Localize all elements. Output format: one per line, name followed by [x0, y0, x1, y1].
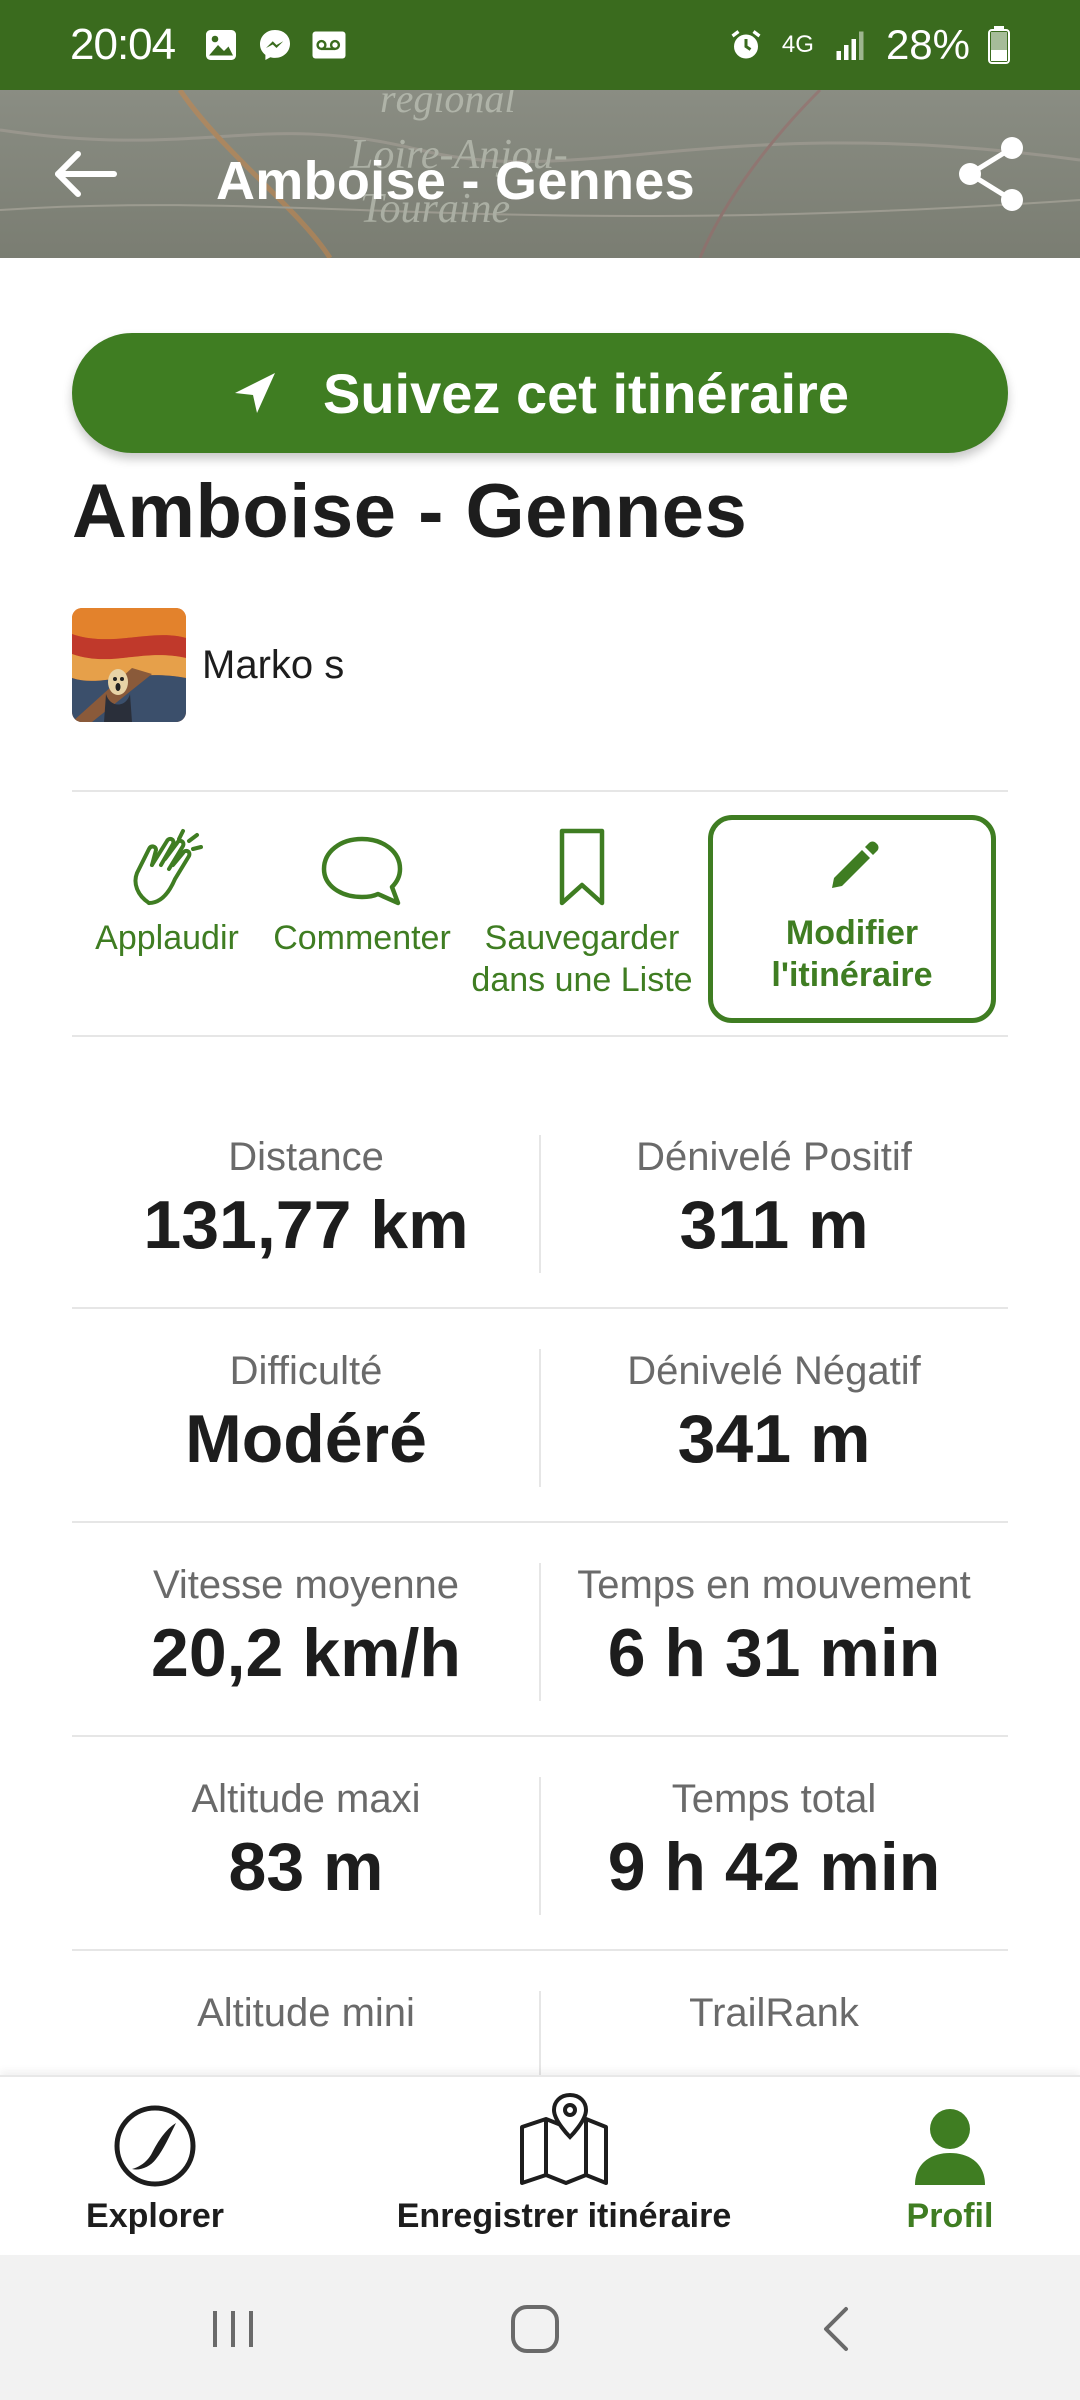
nav-profile[interactable]: Profil: [880, 2101, 1020, 2236]
follow-route-label: Suivez cet itinéraire: [322, 361, 849, 425]
stat-value: 20,2 km/h: [151, 1615, 461, 1691]
bottom-nav: Explorer Enregistrer itinéraire Profil: [0, 2075, 1080, 2255]
stat-row: Altitude maxi 83 m Temps total 9 h 42 mi…: [72, 1737, 1008, 1951]
stat-label: Dénivelé Négatif: [627, 1349, 921, 1393]
recent-apps-icon[interactable]: [203, 2299, 263, 2359]
voicemail-icon: [312, 31, 346, 59]
alarm-icon: [731, 30, 761, 59]
signal-icon: [836, 31, 864, 60]
status-icons-left: [203, 27, 347, 63]
arrow-left-icon[interactable]: [50, 142, 120, 206]
nav-record-label: Enregistrer itinéraire: [396, 2197, 732, 2235]
applaud-label: Applaudir: [95, 919, 239, 957]
stat-label: Difficulté: [229, 1349, 383, 1393]
stat-label: Vitesse moyenne: [152, 1563, 460, 1607]
follow-route-button[interactable]: Suivez cet itinéraire: [72, 333, 1008, 453]
edit-route-button[interactable]: Modifier l'itinéraire: [708, 815, 996, 1023]
edit-route-label: Modifier l'itinéraire: [771, 914, 933, 994]
stats-grid: Distance 131,77 km Dénivelé Positif 311 …: [72, 1095, 1008, 2165]
applaud-button[interactable]: Applaudir: [72, 815, 262, 1025]
nav-explore[interactable]: Explorer: [70, 2101, 240, 2236]
stat-label: Dénivelé Positif: [636, 1135, 912, 1179]
speech-bubble-icon: [321, 836, 403, 906]
stat-label: Temps total: [671, 1777, 877, 1821]
author[interactable]: Marko s: [72, 608, 344, 722]
nav-profile-label: Profil: [906, 2197, 994, 2235]
stat-elevation-loss: Dénivelé Négatif 341 m: [540, 1309, 1008, 1521]
stat-value: 83 m: [228, 1829, 384, 1905]
stat-label: TrailRank: [689, 1991, 859, 2035]
save-to-list-button[interactable]: Sauvegarder dans une Liste: [462, 815, 702, 1025]
back-icon[interactable]: [808, 2299, 868, 2359]
stat-elevation-gain: Dénivelé Positif 311 m: [540, 1095, 1008, 1307]
network-type: 4G: [781, 31, 814, 58]
divider: [539, 1563, 541, 1701]
svg-text:régional: régional: [380, 90, 516, 121]
stat-row: Vitesse moyenne 20,2 km/h Temps en mouve…: [72, 1523, 1008, 1737]
messenger-icon: [260, 30, 291, 60]
header: régional Loire-Anjou- Touraine Amboise -…: [0, 90, 1080, 258]
stat-label: Temps en mouvement: [577, 1563, 971, 1607]
comment-label: Commenter: [273, 919, 451, 957]
stat-max-altitude: Altitude maxi 83 m: [72, 1737, 540, 1949]
home-icon[interactable]: [505, 2299, 565, 2359]
author-name[interactable]: Marko s: [202, 643, 344, 688]
system-nav-bar: [0, 2255, 1080, 2400]
battery-percent: 28%: [885, 21, 970, 68]
nav-explore-label: Explorer: [86, 2197, 224, 2235]
bookmark-icon: [559, 828, 605, 906]
divider: [72, 790, 1008, 792]
map-pin-icon: [520, 2092, 608, 2185]
nav-record-route[interactable]: Enregistrer itinéraire: [372, 2091, 756, 2236]
stat-label: Altitude mini: [197, 1991, 415, 2035]
stat-label: Distance: [228, 1135, 384, 1179]
profile-icon: [915, 2109, 985, 2185]
stat-value: 341 m: [677, 1401, 871, 1477]
status-icons-right: 4G 28%: [728, 21, 1010, 69]
navigation-arrow-icon: [234, 373, 275, 413]
divider: [72, 1035, 1008, 1037]
stat-row: Distance 131,77 km Dénivelé Positif 311 …: [72, 1095, 1008, 1309]
stat-average-speed: Vitesse moyenne 20,2 km/h: [72, 1523, 540, 1735]
status-bar: 20:04 4G 28%: [0, 0, 1080, 90]
stat-total-time: Temps total 9 h 42 min: [540, 1737, 1008, 1949]
stat-row: Difficulté Modéré Dénivelé Négatif 341 m: [72, 1309, 1008, 1523]
stat-value: 311 m: [679, 1187, 869, 1263]
status-time: 20:04: [70, 20, 176, 69]
stat-value: 131,77 km: [143, 1187, 469, 1263]
gallery-icon: [206, 30, 237, 60]
divider: [539, 1777, 541, 1915]
header-title: Amboise - Gennes: [216, 151, 695, 211]
stat-value: Modéré: [185, 1401, 427, 1477]
battery-icon: [988, 26, 1010, 64]
avatar[interactable]: [72, 608, 186, 722]
divider: [539, 1135, 541, 1273]
share-icon[interactable]: [954, 134, 1030, 214]
stat-difficulty: Difficulté Modéré: [72, 1309, 540, 1521]
comment-button[interactable]: Commenter: [262, 815, 462, 1025]
stat-value: 9 h 42 min: [607, 1829, 941, 1905]
stat-moving-time: Temps en mouvement 6 h 31 min: [540, 1523, 1008, 1735]
stat-label: Altitude maxi: [191, 1777, 421, 1821]
clapping-hands-icon: [133, 829, 203, 905]
stat-value: 6 h 31 min: [607, 1615, 941, 1691]
route-title: Amboise - Gennes: [72, 469, 748, 554]
save-to-list-label: Sauvegarder dans une Liste: [471, 919, 693, 999]
pencil-icon: [832, 841, 879, 888]
stat-distance: Distance 131,77 km: [72, 1095, 540, 1307]
divider: [539, 1349, 541, 1487]
action-row: Applaudir Commenter Sauvegarder dans une…: [72, 815, 1008, 1025]
explore-icon: [114, 2105, 196, 2187]
